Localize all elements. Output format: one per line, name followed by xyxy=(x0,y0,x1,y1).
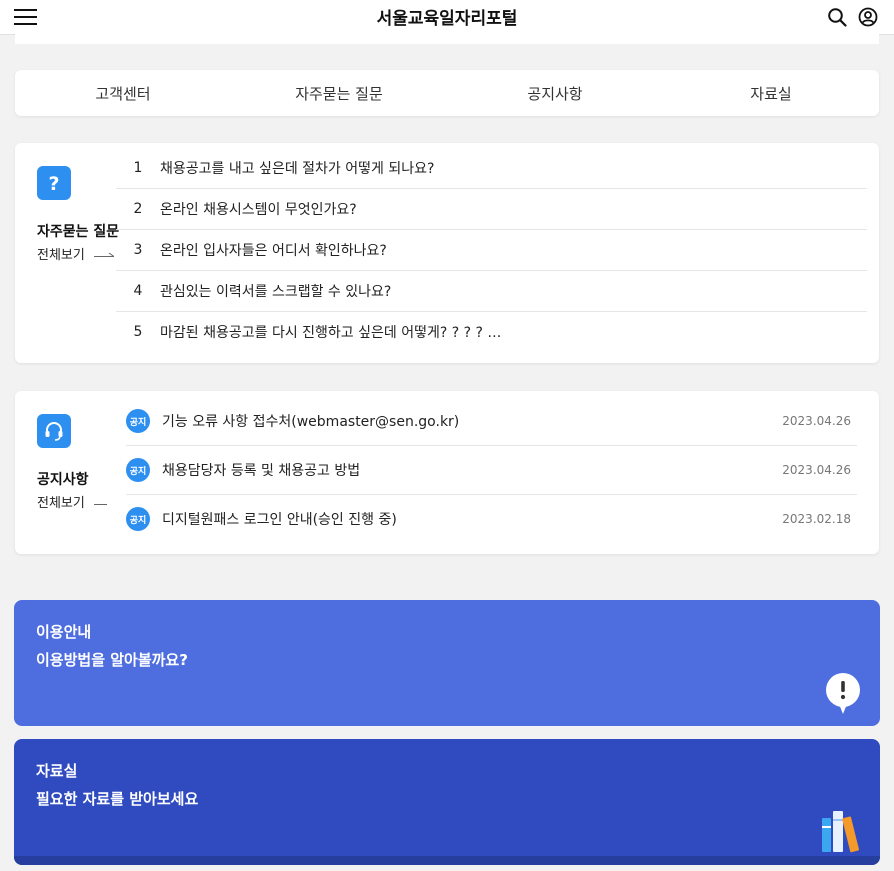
dash-icon xyxy=(93,503,107,505)
faq-item-text: 관심있는 이력서를 스크랩할 수 있나요? xyxy=(160,284,392,300)
notice-list: 공지 기능 오류 사항 접수처(webmaster@sen.go.kr) 202… xyxy=(126,397,857,543)
faq-item-text: 채용공고를 내고 싶은데 절차가 어떻게 되나요? xyxy=(160,161,435,177)
faq-item[interactable]: 3 온라인 입사자들은 어디서 확인하나요? xyxy=(116,230,867,271)
notice-card: 공지사항 전체보기 공지 기능 오류 사항 접수처(webmaster@sen.… xyxy=(15,391,879,554)
books-icon xyxy=(822,811,859,853)
usage-guide-subtitle: 이용방법을 알아볼까요? xyxy=(36,651,188,669)
notice-item[interactable]: 공지 디지털원패스 로그인 안내(승인 진행 중) 2023.02.18 xyxy=(126,495,857,543)
notice-item[interactable]: 공지 기능 오류 사항 접수처(webmaster@sen.go.kr) 202… xyxy=(126,397,857,446)
faq-card: ? 자주묻는 질문 전체보기 1 채용공고를 내고 싶은데 절차가 어떻게 되나… xyxy=(15,143,879,363)
usage-guide-banner[interactable]: 이용안내 이용방법을 알아볼까요? xyxy=(14,600,880,726)
tab-notice[interactable]: 공지사항 xyxy=(447,83,663,104)
headset-icon xyxy=(37,414,71,448)
notice-badge: 공지 xyxy=(126,507,150,531)
faq-item-text: 온라인 입사자들은 어디서 확인하나요? xyxy=(160,243,387,259)
tab-faq[interactable]: 자주묻는 질문 xyxy=(231,83,447,104)
app-title: 서울교육일자리포털 xyxy=(376,9,518,29)
faq-item-number: 5 xyxy=(133,324,143,340)
notice-item-text: 채용담당자 등록 및 채용공고 방법 xyxy=(162,463,361,479)
usage-guide-title: 이용안내 xyxy=(36,623,92,641)
notice-badge: 공지 xyxy=(126,458,150,482)
notice-item-text: 기능 오류 사항 접수처(webmaster@sen.go.kr) xyxy=(162,414,460,430)
banner-bottom-strip xyxy=(14,856,880,865)
tab-archive[interactable]: 자료실 xyxy=(663,83,879,104)
faq-item-text: 온라인 채용시스템이 무엇인가요? xyxy=(160,202,357,218)
notice-item-date: 2023.02.18 xyxy=(782,512,851,526)
faq-item[interactable]: 1 채용공고를 내고 싶은데 절차가 어떻게 되나요? xyxy=(116,148,867,189)
category-tabs: 고객센터 자주묻는 질문 공지사항 자료실 xyxy=(15,70,879,116)
archive-banner[interactable]: 자료실 필요한 자료를 받아보세요 xyxy=(14,739,880,865)
faq-list: 1 채용공고를 내고 싶은데 절차가 어떻게 되나요? 2 온라인 채용시스템이… xyxy=(116,148,867,352)
archive-title: 자료실 xyxy=(36,762,78,780)
notice-view-all-link[interactable]: 전체보기 xyxy=(37,492,108,511)
svg-text:?: ? xyxy=(48,173,59,194)
faq-item-text: 마감된 채용공고를 다시 진행하고 싶은데 어떻게? ? ? ? … xyxy=(160,325,502,341)
faq-title: 자주묻는 질문 xyxy=(37,224,120,240)
faq-item-number: 3 xyxy=(133,242,143,258)
notice-view-all-label: 전체보기 xyxy=(37,496,85,511)
user-account-icon[interactable] xyxy=(858,7,878,27)
faq-item-number: 4 xyxy=(133,283,143,299)
search-icon[interactable] xyxy=(827,7,847,27)
archive-subtitle: 필요한 자료를 받아보세요 xyxy=(36,790,199,808)
header-strip xyxy=(15,34,879,44)
top-bar: 서울교육일자리포털 xyxy=(0,0,894,35)
faq-item[interactable]: 5 마감된 채용공고를 다시 진행하고 싶은데 어떻게? ? ? ? … xyxy=(116,312,867,352)
faq-view-all-label: 전체보기 xyxy=(37,248,85,263)
notice-item[interactable]: 공지 채용담당자 등록 및 채용공고 방법 2023.04.26 xyxy=(126,446,857,495)
notice-title: 공지사항 xyxy=(37,472,89,488)
notice-item-date: 2023.04.26 xyxy=(782,463,851,477)
faq-view-all-link[interactable]: 전체보기 xyxy=(37,244,116,263)
faq-item-number: 1 xyxy=(133,160,143,176)
faq-item[interactable]: 4 관심있는 이력서를 스크랩할 수 있나요? xyxy=(116,271,867,312)
question-mark-icon: ? xyxy=(37,166,71,200)
faq-item-number: 2 xyxy=(133,201,143,217)
notice-item-date: 2023.04.26 xyxy=(782,414,851,428)
notice-badge: 공지 xyxy=(126,409,150,433)
exclamation-bubble-icon xyxy=(826,673,860,714)
notice-item-text: 디지털원패스 로그인 안내(승인 진행 중) xyxy=(162,512,397,528)
tab-customer-center[interactable]: 고객센터 xyxy=(15,83,231,104)
arrow-right-icon xyxy=(93,252,115,257)
faq-item[interactable]: 2 온라인 채용시스템이 무엇인가요? xyxy=(116,189,867,230)
